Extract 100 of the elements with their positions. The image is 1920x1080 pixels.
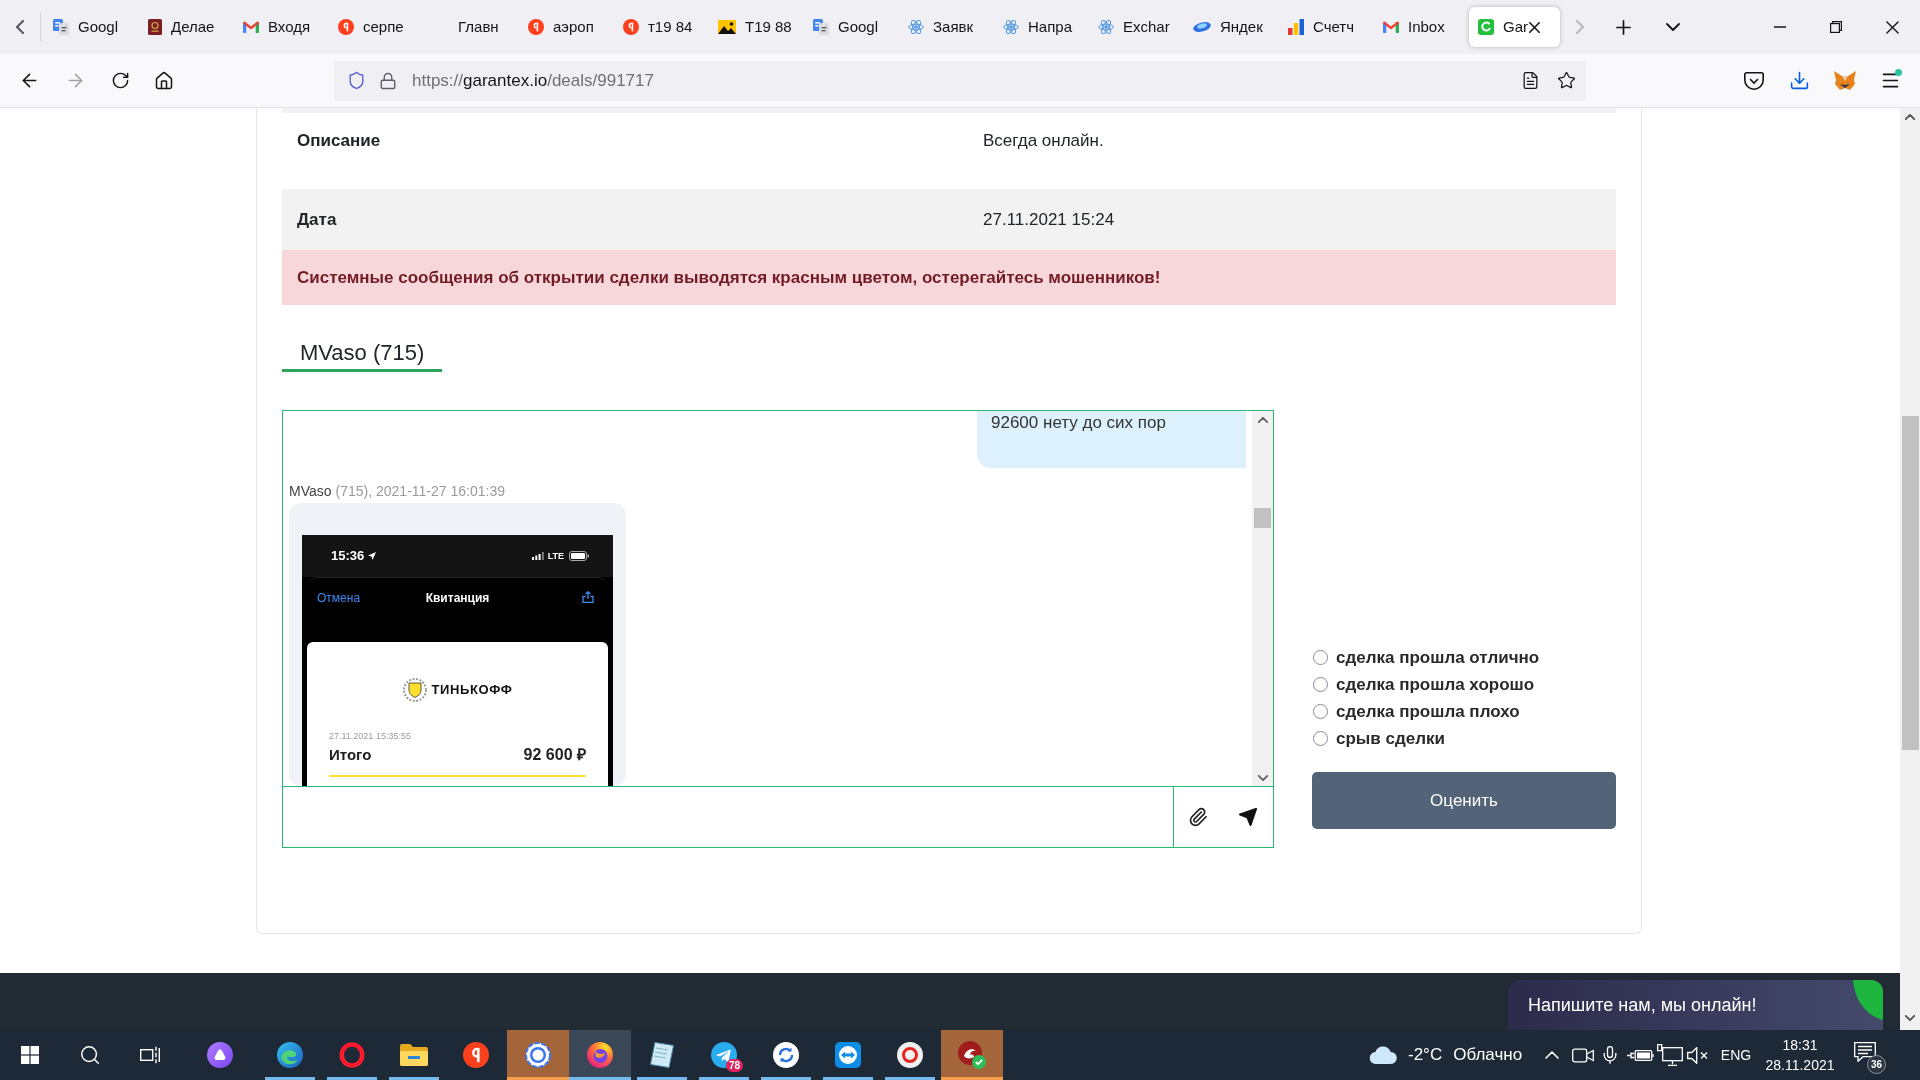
logo-icon [338,19,354,35]
shield-icon[interactable] [347,71,366,90]
browser-tab[interactable]: Входя [234,7,325,47]
radio-button[interactable] [1313,677,1328,692]
network-type: LTE [547,551,564,561]
browser-tab[interactable]: Googl [804,7,895,47]
radio-label: сделка прошла отлично [1336,646,1540,669]
browser-tab[interactable]: Главн [424,7,515,47]
cancel-text: Отмена [317,591,361,605]
lock-icon[interactable] [379,71,397,90]
camera-icon[interactable] [1572,1046,1594,1064]
screen-title: Квитанция [425,591,490,605]
atom-icon [1003,19,1019,35]
rate-button[interactable]: Оценить [1312,772,1616,829]
message-bubble: 92600 нету до сих пор [977,411,1246,468]
address-bar[interactable]: https://garantex.io/deals/991717 [334,60,1586,101]
star-icon[interactable] [1557,71,1576,90]
leaf-icon [1853,980,1883,1020]
cloud-icon[interactable] [1369,1046,1397,1064]
notebook-icon [650,1042,674,1068]
browser-tab[interactable]: серпе [329,7,420,47]
notification-icon[interactable] [1854,1042,1876,1062]
live-chat-button[interactable]: Напишите нам, мы онлайн! [1508,980,1883,1030]
browser-tab[interactable]: Напра [994,7,1085,47]
message-meta: (715), 2021-11-27 16:01:39 [335,482,505,500]
atom-icon [908,19,924,35]
logo-icon [587,1042,613,1068]
logo-icon [1478,19,1494,35]
ring-icon [339,1042,365,1068]
book-icon [148,19,162,35]
dashed-ring-icon [525,1042,551,1068]
notification-count: 36 [1867,1055,1886,1074]
receipt-datetime: 27.11.2021 15:35:55 [329,731,411,741]
browser-tab[interactable]: Яндек [1184,7,1275,47]
message-author: MVaso [289,482,332,500]
search-icon [79,1044,101,1066]
browser-tab[interactable]: Т19 88 [709,7,800,47]
temperature-text: -2°C [1408,1044,1443,1067]
notification-badge: 78 [726,1059,744,1072]
logo-icon [623,19,639,35]
browser-tab[interactable]: Inbox [1374,7,1465,47]
table-label: Дата [297,209,337,230]
radio-button[interactable] [1313,731,1328,746]
chevron-down-icon [1666,23,1680,31]
close-icon[interactable] [1529,21,1540,33]
battery-icon [569,551,589,561]
radio-label: сделка прошла хорошо [1336,673,1535,696]
total-amount: 92 600 ₽ [523,745,586,765]
tiles-icon [813,19,829,35]
browser-tab[interactable]: Заявк [899,7,990,47]
alert-message: Системные сообщения об открытии сделки выводятся красным цветом, остерегайтесь мошенников! [282,250,1616,305]
start-icon [21,1046,39,1064]
scroll-down-icon[interactable] [1905,1014,1915,1021]
task-view-icon [140,1046,160,1064]
table-value: Всегда онлайн. [983,131,1104,151]
chat-tab[interactable]: MVaso (715) [282,337,443,372]
scroll-down-icon[interactable] [1257,774,1268,781]
close-icon [1885,20,1899,34]
image-icon [718,20,736,34]
logo-icon [463,1042,489,1068]
emblem-icon [402,677,427,703]
fox-icon [1834,70,1856,91]
table-value: 27.11.2021 15:24 [983,209,1115,230]
speaker-muted-icon[interactable] [1687,1046,1709,1064]
browser-tab[interactable]: Exchar [1089,7,1180,47]
chevron-up-icon [1545,1051,1559,1059]
scroll-up-icon[interactable] [1905,113,1915,120]
clock[interactable]: 18:31 28.11.2021 [1765,1035,1835,1075]
sync-icon [773,1042,799,1068]
total-label: Итого [329,744,372,765]
radio-button[interactable] [1313,650,1328,665]
logo-icon [528,19,544,35]
network-icon[interactable] [1657,1044,1683,1066]
scrollbar-thumb[interactable] [1254,508,1271,528]
scrollbar-thumb[interactable] [1901,416,1919,750]
tiles-icon [53,19,69,35]
chevron-right-icon [1576,20,1584,34]
browser-tab[interactable]: т19 84 [614,7,705,47]
language-indicator[interactable]: ENG [1720,1044,1752,1066]
browser-tab[interactable]: Gar [1469,7,1560,47]
home-icon [154,70,174,91]
paperclip-icon [1188,807,1208,827]
mail-icon [243,21,259,33]
weather-text: Облачно [1453,1044,1523,1067]
logo-icon [207,1042,233,1068]
logo-icon [897,1042,923,1068]
reload-icon [110,71,130,90]
browser-tab[interactable]: Делае [139,7,230,47]
reader-view-icon[interactable] [1521,71,1540,90]
battery-icon[interactable] [1626,1048,1654,1062]
taskbar-button[interactable]: 78 [693,1030,755,1080]
bar-chart-icon [1288,19,1304,35]
browser-tab[interactable]: Счетч [1279,7,1370,47]
share-icon [582,591,594,603]
browser-tab[interactable]: Googl [44,7,135,47]
scroll-up-icon[interactable] [1257,416,1268,423]
browser-tab[interactable]: аэроп [519,7,610,47]
mail-icon [1383,21,1399,33]
table-label: Описание [297,131,381,151]
radio-button[interactable] [1313,704,1328,719]
